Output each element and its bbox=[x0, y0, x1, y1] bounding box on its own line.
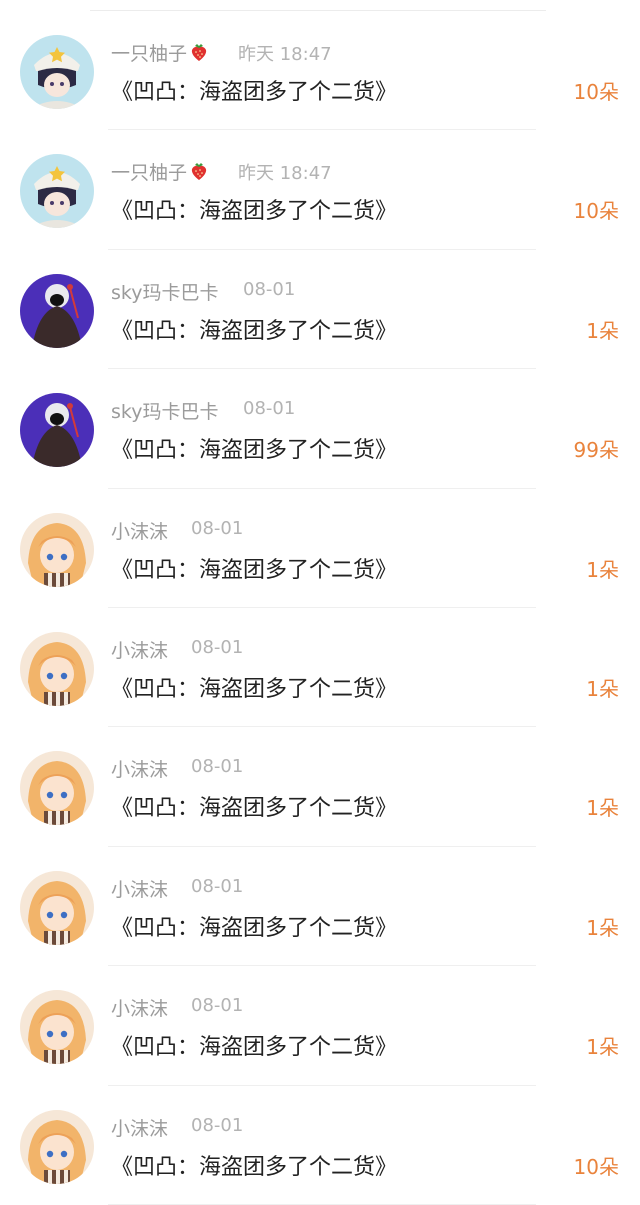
gift-amount: 1朵 bbox=[586, 1035, 619, 1060]
timestamp: 08-01 bbox=[191, 636, 244, 658]
gift-amount: 1朵 bbox=[586, 318, 619, 343]
gift-amount: 1朵 bbox=[586, 915, 619, 940]
username[interactable]: sky玛卡巴卡 bbox=[111, 278, 218, 305]
list-item[interactable]: sky玛卡巴卡 08-01 《凹凸：海盗团多了个二货》 1朵 bbox=[0, 250, 640, 370]
username[interactable]: 小沫沫 bbox=[111, 1114, 168, 1141]
username[interactable]: 小沫沫 bbox=[111, 875, 168, 902]
username-text: 一只柚子 bbox=[111, 162, 188, 185]
avatar[interactable] bbox=[20, 393, 94, 468]
username[interactable]: 小沫沫 bbox=[111, 755, 168, 782]
gift-list: 一只柚子 昨天 18:47 《凹凸：海盗团多了个二货》 10朵 一只柚子 昨天 … bbox=[0, 11, 640, 1205]
timestamp: 昨天 18:47 bbox=[238, 163, 332, 185]
username-text: 小沫沫 bbox=[111, 639, 169, 662]
strawberry-icon bbox=[188, 41, 210, 68]
timestamp: 08-01 bbox=[191, 995, 244, 1017]
avatar[interactable] bbox=[20, 512, 94, 587]
list-item[interactable]: 小沫沫 08-01 《凹凸：海盗团多了个二货》 1朵 bbox=[0, 608, 640, 728]
username-text: 小沫沫 bbox=[111, 759, 169, 782]
avatar[interactable] bbox=[20, 870, 94, 945]
list-item[interactable]: 小沫沫 08-01 《凹凸：海盗团多了个二货》 10朵 bbox=[0, 1086, 640, 1205]
avatar[interactable] bbox=[20, 154, 94, 229]
timestamp: 08-01 bbox=[243, 278, 296, 300]
book-title[interactable]: 《凹凸：海盗团多了个二货》 bbox=[111, 790, 397, 822]
username-text: 小沫沫 bbox=[111, 998, 169, 1021]
book-title[interactable]: 《凹凸：海盗团多了个二货》 bbox=[111, 74, 397, 106]
book-title[interactable]: 《凹凸：海盗团多了个二货》 bbox=[111, 193, 397, 225]
username-text: 小沫沫 bbox=[111, 1117, 169, 1140]
book-title[interactable]: 《凹凸：海盗团多了个二货》 bbox=[111, 313, 397, 345]
username[interactable]: 小沫沫 bbox=[111, 994, 168, 1021]
username[interactable]: 一只柚子 bbox=[111, 158, 210, 187]
book-title[interactable]: 《凹凸：海盗团多了个二货》 bbox=[111, 432, 397, 464]
book-title[interactable]: 《凹凸：海盗团多了个二货》 bbox=[111, 552, 397, 584]
username-text: sky玛卡巴卡 bbox=[111, 281, 219, 304]
list-item[interactable]: 一只柚子 昨天 18:47 《凹凸：海盗团多了个二货》 10朵 bbox=[0, 11, 640, 131]
book-title[interactable]: 《凹凸：海盗团多了个二货》 bbox=[111, 671, 397, 703]
username[interactable]: 小沫沫 bbox=[111, 517, 168, 544]
timestamp: 08-01 bbox=[191, 1114, 244, 1136]
list-item[interactable]: 小沫沫 08-01 《凹凸：海盗团多了个二货》 1朵 bbox=[0, 847, 640, 967]
timestamp: 08-01 bbox=[191, 517, 244, 539]
username[interactable]: 小沫沫 bbox=[111, 636, 168, 663]
list-item[interactable]: 小沫沫 08-01 《凹凸：海盗团多了个二货》 1朵 bbox=[0, 489, 640, 609]
avatar[interactable] bbox=[20, 990, 94, 1065]
gift-amount: 99朵 bbox=[573, 438, 619, 463]
strawberry-icon bbox=[188, 160, 210, 187]
list-item[interactable]: sky玛卡巴卡 08-01 《凹凸：海盗团多了个二货》 99朵 bbox=[0, 369, 640, 489]
timestamp: 08-01 bbox=[243, 398, 296, 420]
book-title[interactable]: 《凹凸：海盗团多了个二货》 bbox=[111, 1149, 397, 1181]
list-item[interactable]: 一只柚子 昨天 18:47 《凹凸：海盗团多了个二货》 10朵 bbox=[0, 130, 640, 251]
gift-amount: 10朵 bbox=[573, 1154, 619, 1179]
gift-amount: 10朵 bbox=[573, 199, 619, 224]
book-title[interactable]: 《凹凸：海盗团多了个二货》 bbox=[111, 1029, 397, 1061]
username-text: sky玛卡巴卡 bbox=[111, 401, 219, 424]
username-text: 一只柚子 bbox=[111, 43, 188, 65]
timestamp: 08-01 bbox=[191, 756, 244, 778]
username[interactable]: sky玛卡巴卡 bbox=[111, 397, 218, 424]
gift-amount: 10朵 bbox=[573, 80, 619, 104]
username-text: 小沫沫 bbox=[111, 878, 169, 901]
avatar[interactable] bbox=[20, 631, 94, 706]
avatar[interactable] bbox=[20, 35, 94, 109]
timestamp: 08-01 bbox=[191, 875, 244, 897]
username-text: 小沫沫 bbox=[111, 520, 169, 543]
gift-amount: 1朵 bbox=[586, 676, 619, 701]
avatar[interactable] bbox=[20, 273, 94, 348]
list-item[interactable]: 小沫沫 08-01 《凹凸：海盗团多了个二货》 1朵 bbox=[0, 727, 640, 848]
timestamp: 昨天 18:47 bbox=[238, 44, 332, 65]
avatar[interactable] bbox=[20, 751, 94, 826]
list-item[interactable]: 小沫沫 08-01 《凹凸：海盗团多了个二货》 1朵 bbox=[0, 966, 640, 1086]
gift-amount: 1朵 bbox=[586, 557, 619, 582]
username[interactable]: 一只柚子 bbox=[111, 39, 210, 68]
book-title[interactable]: 《凹凸：海盗团多了个二货》 bbox=[111, 910, 397, 942]
gift-amount: 1朵 bbox=[586, 796, 619, 821]
avatar[interactable] bbox=[20, 1109, 94, 1184]
